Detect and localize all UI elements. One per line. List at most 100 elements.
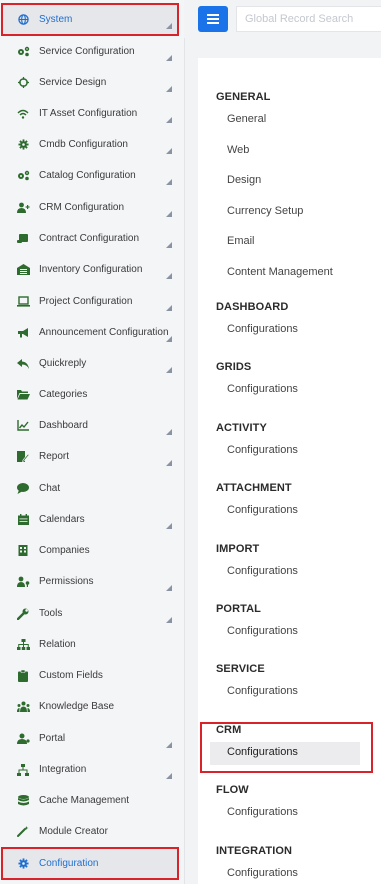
sidebar-item-label: Tools (39, 608, 63, 619)
sidebar-item-knowledge-base[interactable]: Knowledge Base (2, 691, 178, 722)
sidebar-item-report[interactable]: Report (2, 441, 178, 472)
megaphone-icon (16, 326, 30, 340)
settings-link-import-configurations[interactable]: Configurations (227, 565, 298, 577)
expand-chevron-icon[interactable] (166, 336, 172, 342)
sidebar-item-portal[interactable]: Portal (2, 723, 178, 754)
settings-link-integration-configurations[interactable]: Configurations (227, 867, 298, 879)
sidebar-item-label: Catalog Configuration (39, 170, 136, 181)
sidebar-item-label: Knowledge Base (39, 701, 115, 712)
settings-link-general-currency-setup[interactable]: Currency Setup (227, 205, 303, 217)
sidebar-item-quickreply[interactable]: Quickreply (2, 348, 178, 379)
settings-link-service-configurations[interactable]: Configurations (227, 685, 298, 697)
sidebar-item-catalog-configuration[interactable]: Catalog Configuration (2, 160, 178, 191)
gear-icon (16, 138, 30, 152)
expand-chevron-icon[interactable] (166, 429, 172, 435)
settings-link-general-web[interactable]: Web (227, 144, 249, 156)
expand-chevron-icon[interactable] (166, 23, 172, 29)
global-search-input[interactable] (236, 6, 381, 32)
expand-chevron-icon[interactable] (166, 117, 172, 123)
sidebar-item-label: Dashboard (39, 420, 88, 431)
expand-chevron-icon[interactable] (166, 460, 172, 466)
expand-chevron-icon[interactable] (166, 179, 172, 185)
users-icon (16, 700, 30, 714)
gear-icon (16, 857, 30, 871)
settings-link-general-design[interactable]: Design (227, 174, 261, 186)
section-title-general: GENERAL (216, 91, 271, 103)
section-title-attachment: ATTACHMENT (216, 482, 292, 494)
sidebar-item-dashboard[interactable]: Dashboard (2, 410, 178, 441)
settings-link-attachment-configurations[interactable]: Configurations (227, 504, 298, 516)
sidebar-item-relation[interactable]: Relation (2, 629, 178, 660)
user-plus-icon (16, 201, 30, 215)
sidebar-item-label: Chat (39, 483, 61, 494)
sidebar-item-contract-configuration[interactable]: Contract Configuration (2, 223, 178, 254)
sidebar-item-service-design[interactable]: Service Design (2, 67, 178, 98)
sidebar-item-categories[interactable]: Categories (2, 379, 178, 410)
crosshair-icon (16, 76, 30, 90)
settings-link-flow-configurations[interactable]: Configurations (227, 806, 298, 818)
sidebar-item-system[interactable]: System (1, 3, 179, 36)
sidebar-item-it-asset-configuration[interactable]: IT Asset Configuration (2, 98, 178, 129)
sidebar-item-label: Quickreply (39, 358, 87, 369)
user-icon (16, 732, 30, 746)
section-title-dashboard: DASHBOARD (216, 301, 289, 313)
sidebar-item-label: Cmdb Configuration (39, 139, 128, 150)
sidebar-item-chat[interactable]: Chat (2, 473, 178, 504)
settings-link-dashboard-configurations[interactable]: Configurations (227, 323, 298, 335)
selected-section-outline (200, 722, 373, 773)
expand-chevron-icon[interactable] (166, 367, 172, 373)
sidebar-item-integration[interactable]: Integration (2, 754, 178, 785)
sidebar-item-tools[interactable]: Tools (2, 598, 178, 629)
settings-link-activity-configurations[interactable]: Configurations (227, 444, 298, 456)
sidebar-item-label: Categories (39, 389, 88, 400)
sidebar-item-label: Custom Fields (39, 670, 103, 681)
sidebar-item-module-creator[interactable]: Module Creator (2, 816, 178, 847)
sidebar-item-permissions[interactable]: Permissions (2, 566, 178, 597)
sidebar-item-label: Announcement Configuration (39, 327, 169, 338)
settings-link-general-content-management[interactable]: Content Management (227, 266, 333, 278)
settings-link-general-general[interactable]: General (227, 113, 266, 125)
section-title-import: IMPORT (216, 543, 260, 555)
expand-chevron-icon[interactable] (166, 55, 172, 61)
sidebar-item-cmdb-configuration[interactable]: Cmdb Configuration (2, 129, 178, 160)
sidebar-item-label: Inventory Configuration (39, 264, 143, 275)
expand-chevron-icon[interactable] (166, 242, 172, 248)
line-chart-icon (16, 419, 30, 433)
wrench-icon (16, 607, 30, 621)
expand-chevron-icon[interactable] (166, 86, 172, 92)
reply-icon (16, 357, 30, 371)
sidebar: System Service Configuration Service Desig… (0, 0, 185, 884)
sidebar-item-announcement-configuration[interactable]: Announcement Configuration (2, 317, 178, 348)
sitemap-icon (16, 638, 30, 652)
sidebar-item-crm-configuration[interactable]: CRM Configuration (2, 192, 178, 223)
expand-chevron-icon[interactable] (166, 773, 172, 779)
expand-chevron-icon[interactable] (166, 273, 172, 279)
sidebar-item-label: Integration (39, 764, 87, 775)
settings-link-general-email[interactable]: Email (227, 235, 255, 247)
sidebar-item-inventory-configuration[interactable]: Inventory Configuration (2, 254, 178, 285)
sidebar-item-project-configuration[interactable]: Project Configuration (2, 286, 178, 317)
sidebar-item-custom-fields[interactable]: Custom Fields (2, 660, 178, 691)
settings-link-grids-configurations[interactable]: Configurations (227, 383, 298, 395)
database-icon (16, 794, 30, 808)
section-title-grids: GRIDS (216, 361, 252, 373)
section-title-flow: FLOW (216, 784, 249, 796)
sidebar-item-service-configuration[interactable]: Service Configuration (2, 36, 178, 67)
sidebar-item-companies[interactable]: Companies (2, 535, 178, 566)
globe-icon (16, 13, 30, 27)
report-edit-icon (16, 450, 30, 464)
sidebar-item-configuration[interactable]: Configuration (1, 847, 179, 880)
magic-icon (16, 825, 30, 839)
sidebar-item-calendars[interactable]: Calendars (2, 504, 178, 535)
expand-chevron-icon[interactable] (166, 742, 172, 748)
menu-toggle-button[interactable] (198, 6, 228, 32)
expand-chevron-icon[interactable] (166, 148, 172, 154)
expand-chevron-icon[interactable] (166, 305, 172, 311)
expand-chevron-icon[interactable] (166, 211, 172, 217)
settings-link-portal-configurations[interactable]: Configurations (227, 625, 298, 637)
expand-chevron-icon[interactable] (166, 617, 172, 623)
expand-chevron-icon[interactable] (166, 585, 172, 591)
clipboard-icon (16, 669, 30, 683)
sidebar-item-cache-management[interactable]: Cache Management (2, 785, 178, 816)
expand-chevron-icon[interactable] (166, 523, 172, 529)
